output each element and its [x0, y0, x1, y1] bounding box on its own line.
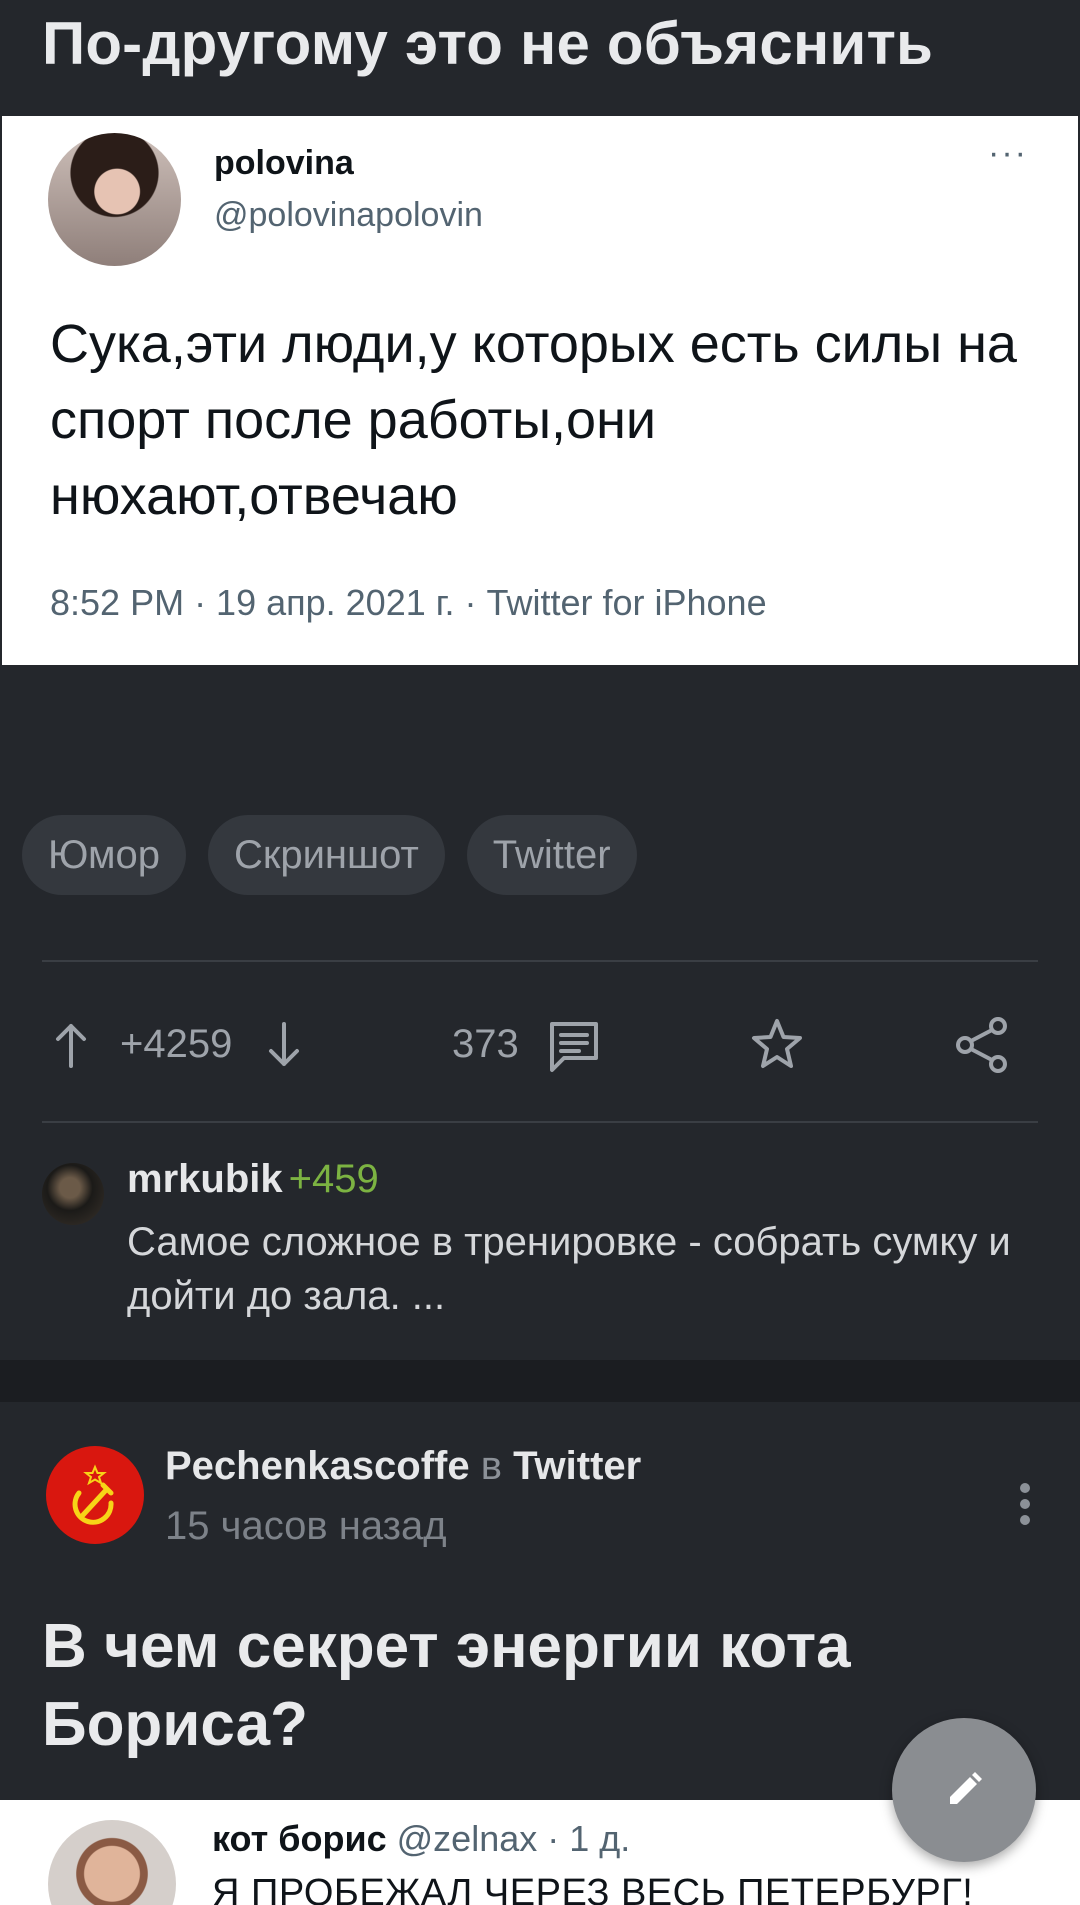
post-time: 15 часов назад [165, 1504, 447, 1548]
comments-count[interactable]: 373 [452, 1022, 519, 1067]
comment-rating: +459 [288, 1157, 379, 1201]
create-post-button[interactable] [892, 1718, 1036, 1862]
share-icon[interactable] [954, 1016, 1010, 1074]
tweet-more-icon: ··· [988, 134, 1028, 172]
post-actions: +4259 373 [0, 1000, 1080, 1090]
tweet-avatar [48, 133, 181, 266]
feed-separator [0, 1360, 1080, 1402]
comment-username[interactable]: mrkubik [127, 1157, 283, 1201]
more-vertical-icon[interactable] [1012, 1482, 1038, 1531]
tweet-text: Сука,эти люди,у которых есть силы на спо… [50, 314, 1017, 526]
tag-list: Юмор Скриншот Twitter [22, 815, 637, 895]
tag-humor[interactable]: Юмор [22, 815, 186, 895]
rating-value: +4259 [120, 1022, 233, 1066]
tweet-author-name: polovina [214, 144, 354, 182]
tweet-author-line: кот борис @zelnax · 1 д. [212, 1818, 630, 1860]
tweet-text: Я ПРОБЕЖАЛ ЧЕРЕЗ ВЕСЬ ПЕТЕРБУРГ! [212, 1872, 974, 1905]
tweet-avatar [48, 1820, 176, 1905]
arrow-down-icon[interactable] [265, 1022, 303, 1068]
comment-icon[interactable] [546, 1018, 602, 1074]
tweet-author-handle: @polovinapolovin [214, 196, 483, 234]
author-avatar[interactable] [46, 1446, 144, 1544]
comment-avatar[interactable] [42, 1163, 104, 1225]
divider [42, 1121, 1038, 1123]
star-icon[interactable] [748, 1016, 806, 1074]
in-word: в [480, 1444, 502, 1488]
divider [42, 960, 1038, 962]
tweet-author-handle: @zelnax · 1 д. [396, 1818, 631, 1859]
arrow-up-icon[interactable] [52, 1022, 90, 1068]
post-author-name[interactable]: Pechenkascoffe [165, 1444, 470, 1488]
post-community[interactable]: Twitter [513, 1444, 641, 1488]
tag-twitter[interactable]: Twitter [466, 815, 637, 895]
tag-screenshot[interactable]: Скриншот [207, 815, 445, 895]
comment-text[interactable]: Самое сложное в тренировке - собрать сум… [127, 1215, 1027, 1323]
next-post-title[interactable]: В чем секрет энергии кота Бориса? [42, 1608, 942, 1764]
tweet-meta: 8:52 PM · 19 апр. 2021 г. · Twitter for … [50, 582, 767, 623]
comment-author[interactable]: mrkubik +459 [127, 1157, 379, 1202]
tweet-author-name: кот борис [212, 1818, 387, 1859]
post-title[interactable]: По-другому это не объяснить [42, 8, 1052, 80]
post-author-line: Pechenkascoffe в Twitter [165, 1444, 641, 1489]
hammer-sickle-icon [72, 1464, 114, 1525]
tweet-image[interactable]: polovina @polovinapolovin ··· Сука,эти л… [2, 116, 1078, 665]
pencil-icon [950, 1772, 982, 1804]
